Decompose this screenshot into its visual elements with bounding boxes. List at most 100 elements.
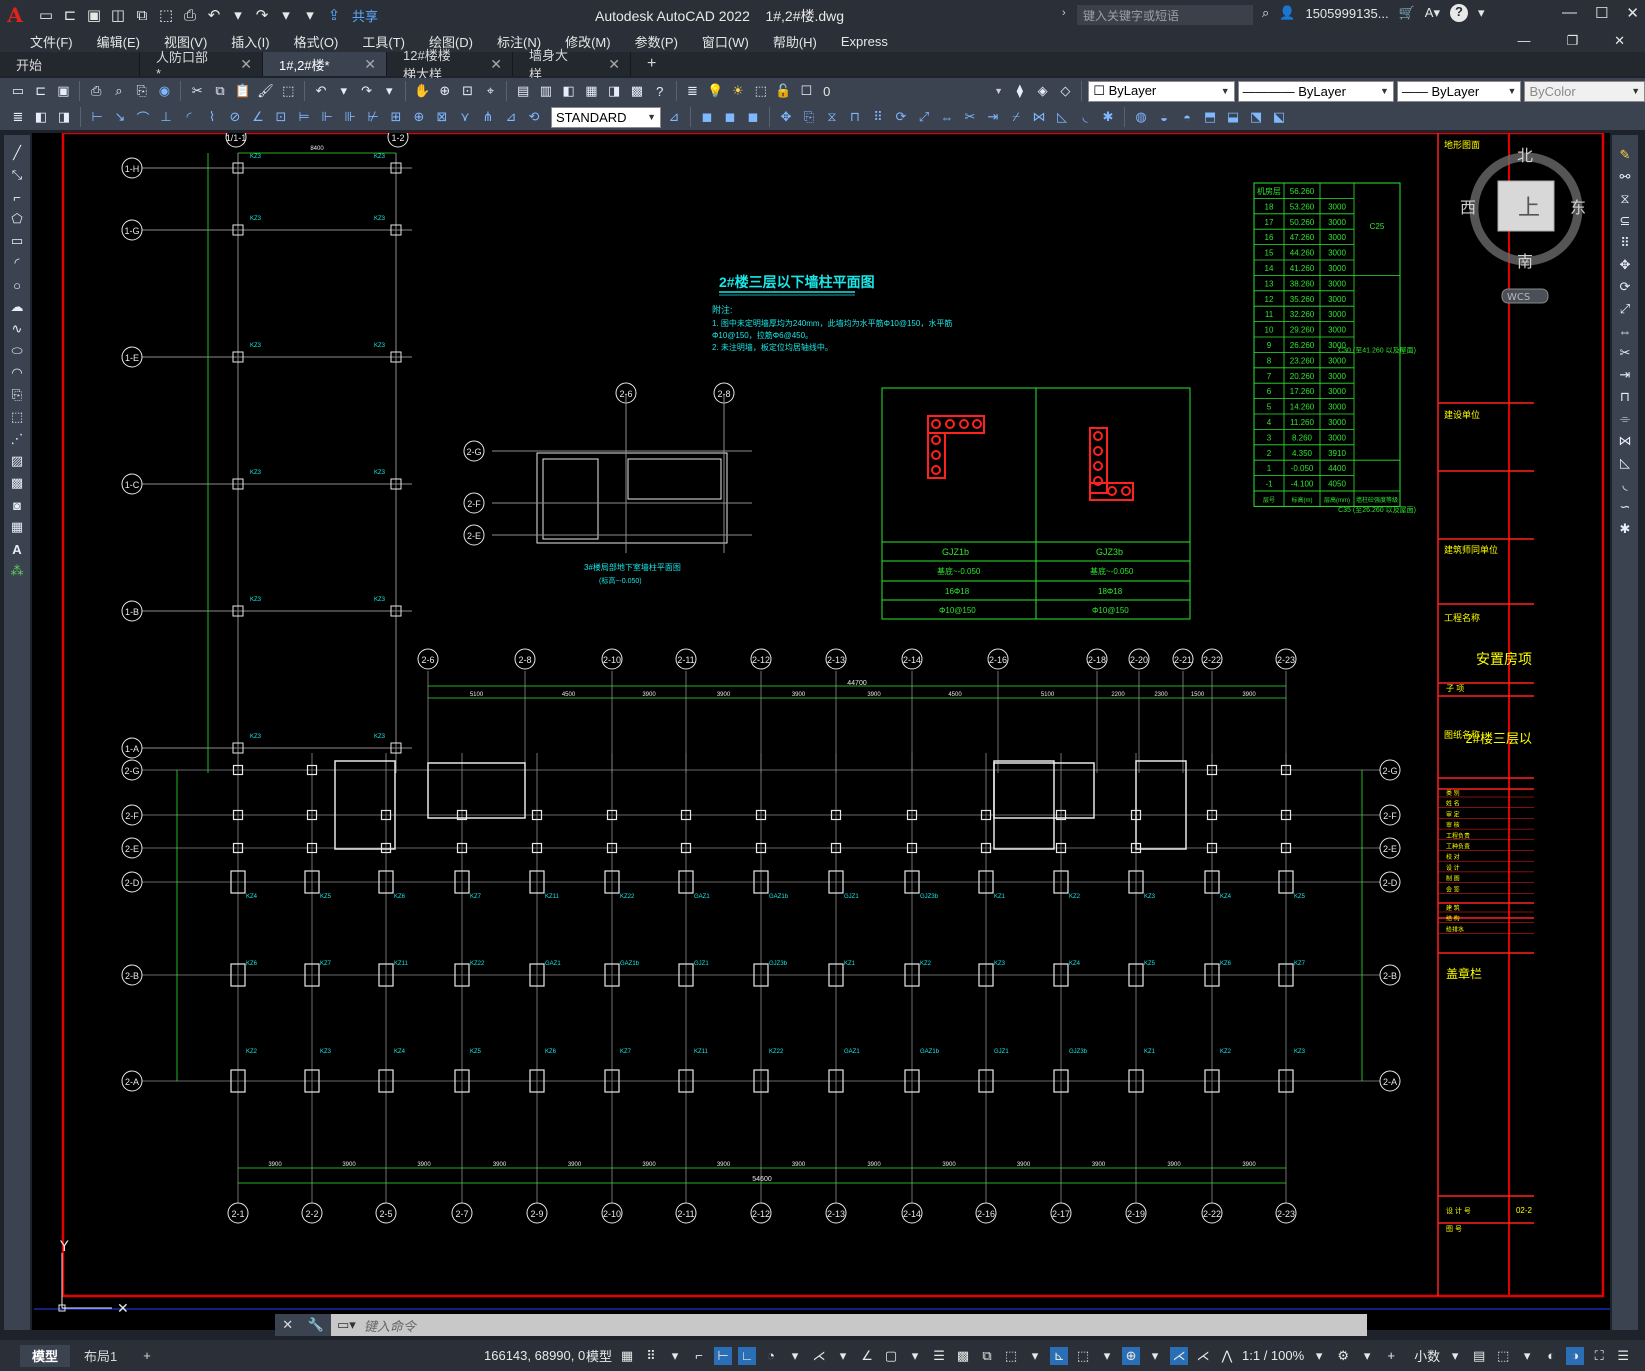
ordinate-dim-icon[interactable]: ⊥ bbox=[156, 107, 176, 127]
insert-block-icon[interactable]: ⎘ bbox=[7, 385, 27, 405]
layer-states-icon[interactable]: ◇ bbox=[1056, 81, 1076, 101]
save-as-icon[interactable]: ◫ bbox=[108, 5, 128, 25]
scale-dropdown-icon[interactable]: ▾ bbox=[1310, 1347, 1328, 1365]
jogged-linear-icon[interactable]: ⋎ bbox=[455, 107, 475, 127]
erase-icon[interactable]: ✎ bbox=[1615, 145, 1635, 165]
tab-close-icon[interactable]: ✕ bbox=[240, 56, 252, 73]
selection-cycling-icon[interactable]: ⧉ bbox=[978, 1347, 996, 1365]
tab-renfang[interactable]: 人防口部* ✕ bbox=[140, 50, 263, 81]
match-properties-icon[interactable]: 🖌 bbox=[256, 81, 276, 101]
break-at-point-icon[interactable]: ⊓ bbox=[1615, 387, 1635, 407]
spline-icon[interactable]: ∿ bbox=[7, 319, 27, 339]
snap-icon[interactable]: ⠿ bbox=[642, 1347, 660, 1365]
jogged-dim-icon[interactable]: ⌇ bbox=[202, 107, 222, 127]
layer-iso-icon[interactable]: ◧ bbox=[31, 107, 51, 127]
arc-length-icon[interactable]: ⌒ bbox=[133, 107, 153, 127]
search-input[interactable]: 键入关键字或短语 bbox=[1077, 5, 1253, 25]
calculator-icon[interactable]: ▩ bbox=[627, 81, 647, 101]
join-icon[interactable]: ⋈ bbox=[1615, 431, 1635, 451]
plot-preview-icon[interactable]: ⌕ bbox=[109, 81, 129, 101]
explode-icon[interactable]: ✱ bbox=[1615, 519, 1635, 539]
new-icon[interactable]: ▭ bbox=[8, 81, 28, 101]
lineweight-dropdown[interactable]: —— ByLayer ▼ bbox=[1396, 80, 1522, 102]
undo-icon[interactable]: ↶ bbox=[311, 81, 331, 101]
save-icon[interactable]: ▣ bbox=[84, 5, 104, 25]
3d-osnap-icon[interactable]: ⬚ bbox=[1002, 1347, 1020, 1365]
lock-ui-dropdown-icon[interactable]: ▾ bbox=[1518, 1347, 1536, 1365]
lineweight-icon[interactable]: ☰ bbox=[930, 1347, 948, 1365]
blend-icon[interactable]: ∽ bbox=[1615, 497, 1635, 517]
rotate-icon[interactable]: ⟳ bbox=[1615, 277, 1635, 297]
array-icon[interactable]: ⠿ bbox=[1615, 233, 1635, 253]
add-selected-icon[interactable]: ⁂ bbox=[7, 561, 27, 581]
command-input[interactable]: 键入命令 bbox=[356, 1316, 416, 1335]
layer-previous-icon[interactable]: ◈ bbox=[1033, 81, 1053, 101]
explode-icon[interactable]: ✱ bbox=[1098, 107, 1118, 127]
drawing-canvas[interactable]: Y ✕ 8400 KZ3 KZ3 KZ3 KZ3 KZ3 KZ3 KZ3 KZ3 KZ3 KZ3 KZ… bbox=[32, 133, 1610, 1330]
3d-osnap-dropdown-icon[interactable]: ▾ bbox=[1026, 1347, 1044, 1365]
layer-viewport-icon[interactable]: ⬚ bbox=[751, 81, 771, 101]
copy-object-icon[interactable]: ⎘ bbox=[799, 107, 819, 127]
inspect-icon[interactable]: ⊠ bbox=[432, 107, 452, 127]
annotation-visibility-icon[interactable]: ⋌ bbox=[1170, 1346, 1189, 1365]
polar-icon[interactable]: ◔ bbox=[762, 1347, 780, 1365]
lock-ui-icon[interactable]: ⬚ bbox=[1494, 1347, 1512, 1365]
paste-icon[interactable]: 📋 bbox=[233, 81, 253, 101]
viewcube-south[interactable]: 南 bbox=[1517, 252, 1533, 271]
layer-on-icon[interactable]: 💡 bbox=[705, 81, 725, 101]
units-display[interactable]: 小数 bbox=[1414, 1346, 1440, 1365]
customize-qat-icon[interactable]: ▾ bbox=[300, 5, 320, 25]
baseline-dim-icon[interactable]: ⊨ bbox=[294, 107, 314, 127]
object-snap-dropdown-icon[interactable]: ▾ bbox=[906, 1347, 924, 1365]
tab-start[interactable]: 开始 bbox=[0, 52, 140, 76]
aligned-dim-icon[interactable]: ↘ bbox=[110, 107, 130, 127]
tab-layout1[interactable]: 布局1 bbox=[72, 1345, 129, 1367]
dim-space-icon[interactable]: ⊪ bbox=[340, 107, 360, 127]
share-icon[interactable]: ⇪ bbox=[324, 5, 344, 25]
viewcube-west[interactable]: 西 bbox=[1460, 198, 1476, 217]
move-icon[interactable]: ✥ bbox=[776, 107, 796, 127]
pan-icon[interactable]: ✋ bbox=[412, 81, 432, 101]
scale-icon[interactable]: ⤢ bbox=[1615, 299, 1635, 319]
union-icon[interactable]: ◍ bbox=[1131, 107, 1151, 127]
textstyle-dropdown[interactable]: STANDARD ▼ bbox=[551, 106, 661, 128]
menu-help[interactable]: 帮助(H) bbox=[761, 32, 829, 51]
sheet-set-icon[interactable]: ▦ bbox=[582, 81, 602, 101]
block-editor-icon[interactable]: ⬚ bbox=[278, 81, 298, 101]
graphics-performance-icon[interactable]: ◑ bbox=[1566, 1346, 1585, 1365]
dynamic-ucs-icon[interactable]: ⊾ bbox=[1050, 1346, 1069, 1365]
viewcube-east[interactable]: 东 bbox=[1570, 198, 1586, 217]
hatch-icon[interactable]: ▨ bbox=[7, 451, 27, 471]
infer-constraints-icon[interactable]: ⌐ bbox=[690, 1347, 708, 1365]
tab-building-1-2[interactable]: 1#,2#楼* ✕ bbox=[263, 52, 387, 76]
user-icon[interactable]: 👤 bbox=[1279, 5, 1295, 21]
rectangle-icon[interactable]: ▭ bbox=[7, 231, 27, 251]
point-icon[interactable]: ⋰ bbox=[7, 429, 27, 449]
layer-match-icon[interactable]: ≣ bbox=[8, 107, 28, 127]
revision-cloud-icon[interactable]: ☁ bbox=[7, 297, 27, 317]
open-file-icon[interactable]: ⊏ bbox=[60, 5, 80, 25]
polygon-icon[interactable]: ⬠ bbox=[7, 209, 27, 229]
tolerance-icon[interactable]: ⊞ bbox=[386, 107, 406, 127]
wrench-icon[interactable]: 🔧 bbox=[308, 1317, 324, 1333]
quick-dim-icon[interactable]: ⊡ bbox=[271, 107, 291, 127]
new-file-icon[interactable]: ▭ bbox=[36, 5, 56, 25]
cursor-coordinates[interactable]: 166143, 68990, 0 bbox=[484, 1348, 585, 1363]
save-icon[interactable]: ▣ bbox=[54, 81, 74, 101]
workspace-dropdown-icon[interactable]: ▾ bbox=[1358, 1347, 1376, 1365]
annotation-monitor-icon[interactable]: + bbox=[1382, 1347, 1400, 1365]
layer-uniso-icon[interactable]: ◨ bbox=[54, 107, 74, 127]
dynamic-input-icon[interactable]: ⊢ bbox=[714, 1346, 733, 1365]
construction-line-icon[interactable]: ⤡ bbox=[7, 165, 27, 185]
search-icon[interactable]: ⌕ bbox=[1262, 5, 1269, 21]
doc-close-icon[interactable]: ✕ bbox=[1602, 33, 1637, 49]
open-web-icon[interactable]: ⧉ bbox=[132, 5, 152, 25]
tab-close-icon[interactable]: ✕ bbox=[490, 56, 502, 73]
viewcube-top[interactable]: 上 bbox=[1518, 196, 1540, 221]
stretch-icon[interactable]: ⇔ bbox=[937, 107, 957, 127]
offset-icon[interactable]: ⊓ bbox=[845, 107, 865, 127]
autocad-logo-icon[interactable]: A bbox=[0, 0, 30, 30]
diameter-dim-icon[interactable]: ⊘ bbox=[225, 107, 245, 127]
radius-dim-icon[interactable]: ◜ bbox=[179, 107, 199, 127]
angular-dim-icon[interactable]: ∠ bbox=[248, 107, 268, 127]
